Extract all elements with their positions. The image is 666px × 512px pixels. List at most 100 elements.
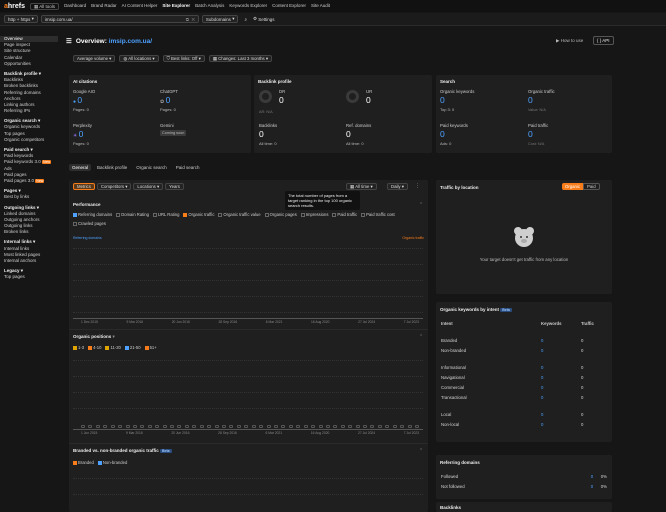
- paid-traffic-value[interactable]: 0: [528, 129, 533, 139]
- paid-keywords-value[interactable]: 0: [440, 129, 445, 139]
- collapse-icon[interactable]: ⌃: [419, 448, 423, 454]
- perf-tab-locations[interactable]: Locations ▾: [133, 183, 164, 190]
- all-time-select[interactable]: ▦ All time ▾: [346, 183, 377, 190]
- backlinks-value[interactable]: 0: [259, 129, 264, 139]
- intent-keywords-value[interactable]: 0: [541, 395, 581, 400]
- sidebar-item-best-by-links[interactable]: Best by links: [0, 194, 58, 200]
- checkbox-paid-traffic[interactable]: Paid traffic: [332, 212, 357, 217]
- intent-keywords-value[interactable]: 0: [541, 338, 581, 343]
- nav-site-audit[interactable]: Site Audit: [311, 3, 330, 8]
- organic-keywords-value[interactable]: 0: [440, 95, 445, 105]
- intent-traffic-value: 0: [581, 385, 584, 390]
- position-marker: [273, 424, 278, 428]
- nav-site-explorer[interactable]: Site Explorer: [162, 3, 190, 8]
- organic-positions-chart[interactable]: 1 Jun 2015 9 Mar 2016 20 Jun 2016 28 Sep 20…: [73, 354, 423, 438]
- ahrefs-logo[interactable]: ahrefs: [4, 3, 25, 10]
- sidebar-item-paid-keywords-3-0[interactable]: Paid keywords 3.0 New: [0, 159, 58, 165]
- tab-organic-search[interactable]: Organic search: [133, 164, 170, 171]
- paid-toggle[interactable]: Paid: [583, 183, 600, 190]
- performance-chart[interactable]: 1 Dec 2015 9 Mar 2016 20 Jun 2016 28 Sep 20…: [73, 242, 423, 324]
- sidebar-item-paid-pages-3-0[interactable]: Paid pages 3.0 New: [0, 178, 58, 184]
- sidebar-item-organic-competitors[interactable]: Organic competitors: [0, 137, 58, 143]
- branded-chart[interactable]: [73, 470, 423, 510]
- intent-traffic-value: 0: [581, 365, 584, 370]
- sidebar-item-internal-anchors[interactable]: Internal anchors: [0, 258, 58, 264]
- changes-filter[interactable]: ▦ Changes: Last 3 months ▾: [208, 55, 273, 62]
- best-links-filter[interactable]: ⛉ Best links: Off ▾: [162, 55, 205, 62]
- perf-tab-competitors[interactable]: Competitors ▾: [96, 183, 132, 190]
- mode-select[interactable]: Subdomains ▾: [201, 15, 239, 23]
- sidebar-item-opportunities[interactable]: Opportunities: [0, 61, 58, 67]
- perf-tab-metrics[interactable]: Metrics: [73, 183, 95, 190]
- intent-keywords-value[interactable]: 0: [541, 412, 581, 417]
- nav-keywords-explorer[interactable]: Keywords Explorer: [229, 3, 267, 8]
- tab-general[interactable]: General: [69, 164, 92, 171]
- settings-button[interactable]: ⚙ Settings: [250, 15, 278, 23]
- checkbox-position-51[interactable]: 51+: [144, 345, 157, 350]
- checkbox-position-4-10[interactable]: 4-10: [88, 345, 101, 350]
- nav-ai-content-helper[interactable]: AI Content Helper: [122, 3, 158, 8]
- nav-content-explorer[interactable]: Content Explorer: [272, 3, 306, 8]
- more-icon[interactable]: ⋮: [415, 183, 420, 189]
- checkbox-organic-traffic-value[interactable]: Organic traffic value: [218, 212, 261, 217]
- checkbox-organic-pages[interactable]: Organic pages: [264, 212, 297, 217]
- locations-filter[interactable]: ◍ All locations ▾: [119, 55, 159, 62]
- checkbox-position-11-20[interactable]: 11-20: [105, 345, 121, 350]
- checkbox-crawled-pages[interactable]: Crawled pages: [73, 221, 106, 226]
- organic-traffic-value[interactable]: 0: [528, 95, 533, 105]
- checkbox-domain-rating[interactable]: Domain Rating: [116, 212, 149, 217]
- dr-value[interactable]: 0: [279, 95, 284, 105]
- position-marker: [162, 424, 167, 428]
- clear-icon[interactable]: ⧉ ✕: [186, 17, 195, 22]
- checkbox-non-branded[interactable]: Non-branded: [97, 460, 127, 465]
- position-marker: [288, 424, 293, 428]
- nav-dashboard[interactable]: Dashboard: [64, 3, 86, 8]
- checkbox-branded[interactable]: Branded: [73, 460, 94, 465]
- ur-value[interactable]: 0: [366, 95, 371, 105]
- url-input[interactable]: imsip.com.ua/⧉ ✕: [40, 15, 199, 23]
- google-aio-value[interactable]: 0: [77, 95, 82, 105]
- position-marker: [170, 424, 175, 428]
- volume-filter[interactable]: Average volume ▾: [73, 55, 116, 62]
- sidebar-item-broken-links[interactable]: Broken links: [0, 229, 58, 235]
- checkbox-paid-traffic-cost[interactable]: Paid traffic cost: [361, 212, 395, 217]
- perf-tab-years[interactable]: Years: [165, 183, 184, 190]
- refdomains-count[interactable]: 0: [591, 474, 601, 479]
- intent-keywords-value[interactable]: 0: [541, 365, 581, 370]
- intent-keywords-value[interactable]: 0: [541, 422, 581, 427]
- checkbox-referring-domains[interactable]: Referring domains: [73, 212, 112, 217]
- collapse-icon[interactable]: ⌃: [419, 202, 423, 208]
- checkbox-position-1-3[interactable]: 1-3: [73, 345, 84, 350]
- ref-domains-value[interactable]: 0: [346, 129, 351, 139]
- title-domain-link[interactable]: imsip.com.ua/: [109, 38, 152, 45]
- intent-keywords-value[interactable]: 0: [541, 375, 581, 380]
- perplexity-value[interactable]: 0: [79, 129, 84, 139]
- tab-backlink-profile[interactable]: Backlink profile: [94, 164, 130, 171]
- tab-paid-search[interactable]: Paid search: [173, 164, 203, 171]
- position-marker: [88, 424, 93, 428]
- checkbox-box: [332, 212, 337, 217]
- checkbox-impressions[interactable]: Impressions: [300, 212, 328, 217]
- checkbox-url-rating[interactable]: URL Rating: [152, 212, 179, 217]
- collapse-icon[interactable]: ⌃: [419, 334, 423, 340]
- organic-toggle[interactable]: Organic: [562, 183, 584, 190]
- chevron-down-icon[interactable]: ▾: [113, 334, 115, 339]
- all-tools-button[interactable]: ▦ All tools: [30, 2, 60, 10]
- chatgpt-value[interactable]: 0: [166, 95, 171, 105]
- nav-batch-analysis[interactable]: Batch Analysis: [195, 3, 224, 8]
- protocol-select[interactable]: http + https ▾: [4, 15, 38, 23]
- menu-icon[interactable]: ☰: [66, 38, 72, 45]
- search-button[interactable]: ⌕: [241, 15, 250, 23]
- sidebar-item-top-pages[interactable]: Top pages: [0, 274, 58, 280]
- refdomains-count[interactable]: 0: [591, 484, 601, 489]
- daily-select[interactable]: Daily ▾: [387, 183, 408, 190]
- checkbox-position-21-50[interactable]: 21-50: [124, 345, 141, 350]
- intent-keywords-value[interactable]: 0: [541, 348, 581, 353]
- intent-keywords-value[interactable]: 0: [541, 385, 581, 390]
- x-axis-tick: 1 Dec 2015: [81, 320, 98, 324]
- how-to-use-link[interactable]: ▶ How to use: [556, 38, 583, 44]
- sidebar-item-referring-ips[interactable]: Referring IPs: [0, 108, 58, 114]
- api-button[interactable]: { } API: [593, 36, 614, 45]
- nav-brand-radar[interactable]: Brand Radar: [91, 3, 117, 8]
- checkbox-organic-traffic[interactable]: Organic traffic: [183, 212, 214, 217]
